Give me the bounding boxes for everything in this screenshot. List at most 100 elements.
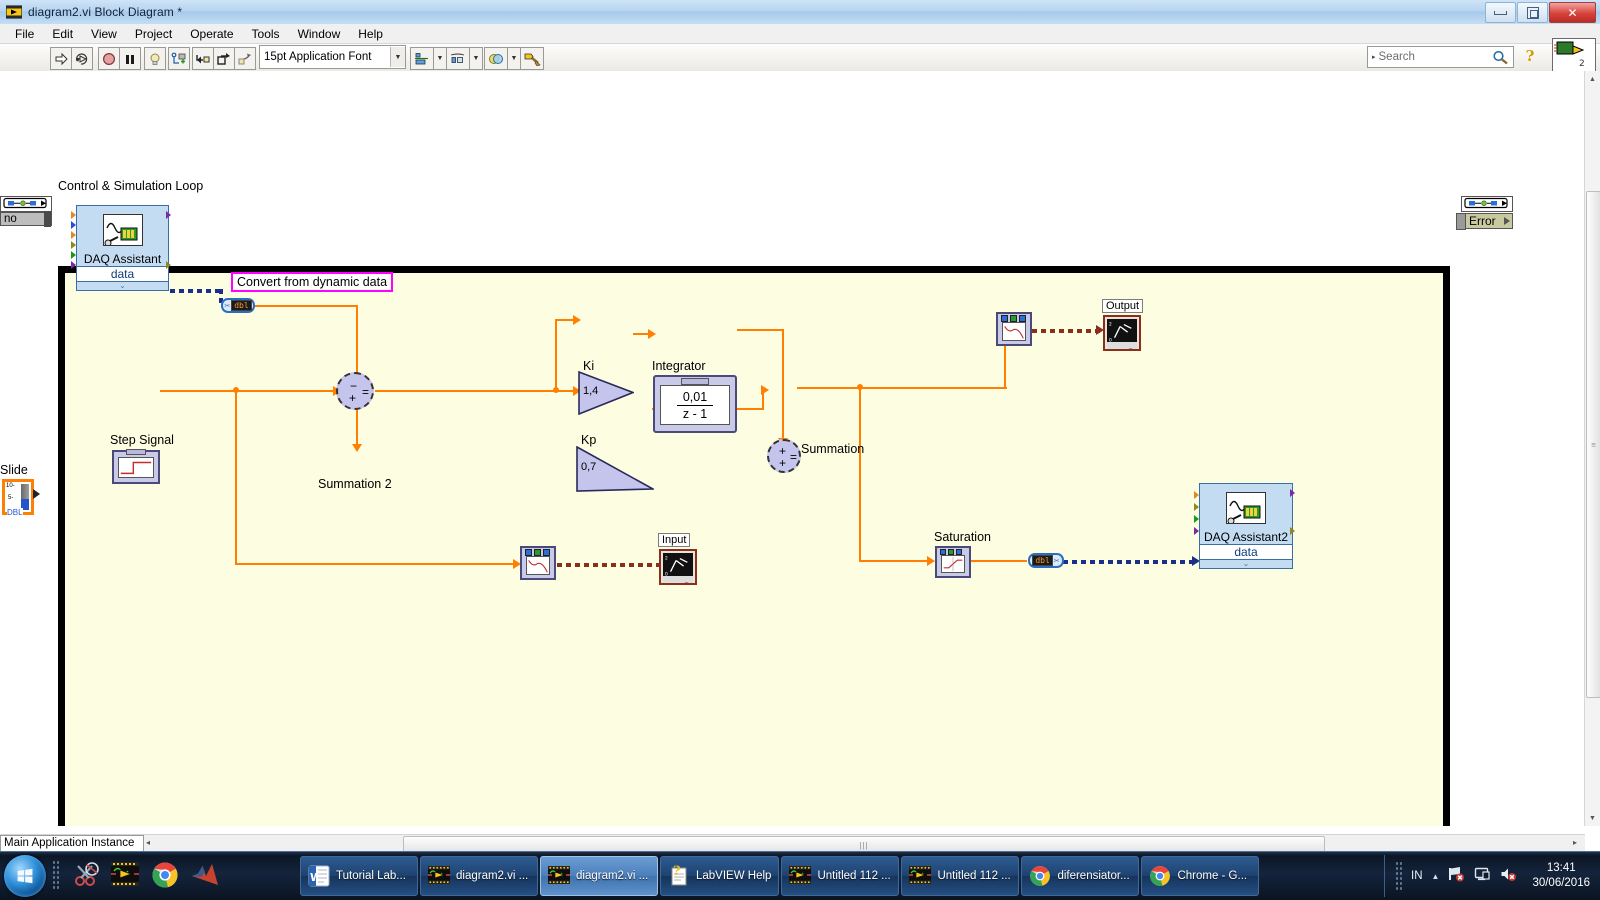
clock[interactable]: 13:41 30/06/2016 <box>1526 861 1596 891</box>
daq-input-term-2 <box>71 221 76 229</box>
quick-launch-grip[interactable] <box>52 860 59 890</box>
daq-assistant2-expand-chevron[interactable]: ⌄ <box>1200 560 1292 568</box>
taskbar-item-word[interactable]: W Tutorial Lab... <box>300 856 418 896</box>
labview-icon[interactable] <box>111 861 139 889</box>
run-continuously-button[interactable] <box>71 47 93 70</box>
summation2-node[interactable]: − + = <box>336 372 374 410</box>
clean-up-diagram-button[interactable] <box>520 47 544 70</box>
search-input[interactable]: ▸ Search <box>1367 46 1514 68</box>
integrator-node[interactable]: 0,01 z - 1 <box>653 375 737 433</box>
abort-execution-button[interactable] <box>98 47 120 70</box>
step-over-button[interactable] <box>213 47 235 70</box>
menu-operate[interactable]: Operate <box>181 25 242 43</box>
show-hidden-icons-arrow[interactable]: ▲ <box>1432 872 1440 881</box>
menu-project[interactable]: Project <box>126 25 181 43</box>
gain-kp-value: 0,7 <box>581 461 597 473</box>
integrator-numerator: 0,01 <box>676 390 714 406</box>
start-button[interactable] <box>4 855 46 897</box>
tray-grip[interactable] <box>1395 861 1403 891</box>
block-diagram-canvas[interactable]: Control & Simulation Loop no Slide 10- 5… <box>0 71 1585 826</box>
output-graph-indicator[interactable]: 2 0 <box>1103 315 1141 351</box>
taskbar-item-untitled112-a[interactable]: Untitled 112 ... <box>781 856 900 896</box>
align-objects-arrow[interactable]: ▼ <box>433 47 447 70</box>
summation-node[interactable]: + + = <box>767 439 801 473</box>
integrator-label: Integrator <box>652 359 706 373</box>
daq-assistant2-data-input[interactable]: data <box>1200 544 1292 560</box>
distribute-objects-button[interactable] <box>446 47 470 70</box>
matlab-icon[interactable] <box>191 861 219 889</box>
close-button[interactable]: ✕ <box>1549 2 1596 23</box>
taskbar-item-diagram2-diagram[interactable]: diagram2.vi ... <box>540 856 658 896</box>
application-instance-status[interactable]: Main Application Instance <box>0 835 144 852</box>
daq-assistant2-express-vi[interactable]: DAQ Assistant2 data ⌄ <box>1199 483 1293 569</box>
chevron-down-icon[interactable]: ▼ <box>390 47 405 67</box>
daq-assistant-express-vi[interactable]: DAQ Assistant data ⌄ <box>76 205 169 291</box>
wire-saturation-to-convert2 <box>970 560 1027 562</box>
pause-button[interactable] <box>119 47 141 70</box>
svg-text:2: 2 <box>1579 59 1585 69</box>
minimize-button[interactable] <box>1485 2 1516 23</box>
taskbar-item-chrome-google[interactable]: Chrome - G... <box>1141 856 1260 896</box>
horizontal-scrollbar[interactable]: ◂ ||| ▸ <box>0 834 1585 853</box>
vertical-scroll-thumb[interactable]: ≡ <box>1586 191 1600 698</box>
context-help-window[interactable]: 2 <box>1552 38 1596 72</box>
scroll-left-button[interactable]: ◂ <box>146 838 150 847</box>
convert-node-1-type: dbl <box>231 300 252 311</box>
gain-kp-node[interactable]: 0,7 <box>576 445 656 497</box>
menu-window[interactable]: Window <box>289 25 350 43</box>
convert-from-dynamic-data-node-1[interactable]: ✂ dbl <box>221 298 255 313</box>
language-indicator[interactable]: IN <box>1411 870 1423 882</box>
distribute-objects-arrow[interactable]: ▼ <box>469 47 483 70</box>
saturation-node[interactable] <box>935 546 971 578</box>
reorder-arrow[interactable]: ▼ <box>507 47 521 70</box>
search-dropdown-icon[interactable]: ▸ <box>1368 53 1379 61</box>
taskbar-item-chrome-diferensiator[interactable]: diferensiator... <box>1021 856 1140 896</box>
input-graph-indicator[interactable]: 2 0 <box>659 549 697 585</box>
daq-assistant-expand-chevron[interactable]: ⌄ <box>77 282 168 290</box>
align-objects-button[interactable] <box>410 47 434 70</box>
taskbar-item-untitled112-b[interactable]: Untitled 112 ... <box>901 856 1020 896</box>
convert-to-dynamic-data-node-2[interactable]: dbl ✂ <box>1028 553 1064 568</box>
wire-integrator-out-h <box>737 329 784 331</box>
error-out-cluster-terminal[interactable] <box>1461 196 1513 212</box>
help-button[interactable]: ? <box>1520 45 1540 67</box>
svg-text:2: 2 <box>1109 322 1112 328</box>
gain-ki-node[interactable]: 1,4 <box>578 370 636 420</box>
retain-wire-values-button[interactable] <box>168 47 190 70</box>
network-error-icon[interactable] <box>1448 866 1465 887</box>
reorder-button[interactable] <box>484 47 508 70</box>
run-button-group <box>50 47 93 70</box>
convert-from-dynamic-data-label[interactable]: Convert from dynamic data <box>231 272 394 292</box>
output-indicator-label: Output <box>1102 299 1144 313</box>
menu-tools[interactable]: Tools <box>243 25 289 43</box>
scroll-up-button[interactable]: ▲ <box>1585 71 1600 87</box>
step-out-button[interactable] <box>234 47 256 70</box>
volume-muted-icon[interactable] <box>1500 866 1517 887</box>
menu-file[interactable]: File <box>6 25 43 43</box>
step-signal-node[interactable] <box>112 449 160 484</box>
step-into-button[interactable] <box>192 47 214 70</box>
slide-control-terminal[interactable]: 10- 5- DBL <box>2 479 34 517</box>
highlight-execution-button[interactable] <box>144 47 166 70</box>
google-chrome-icon[interactable] <box>151 861 179 889</box>
data-wire-input-scope <box>557 563 665 567</box>
run-button[interactable] <box>50 47 72 70</box>
daq-assistant-data-output[interactable]: data <box>77 266 168 282</box>
output-scope-node[interactable] <box>996 312 1032 346</box>
vertical-scrollbar[interactable]: ▲ ≡ ▼ <box>1584 71 1600 826</box>
error-in-cluster-terminal[interactable] <box>0 196 52 212</box>
restore-button[interactable] <box>1517 2 1548 23</box>
taskbar-item-labview-help[interactable]: ? LabVIEW Help <box>660 856 780 896</box>
font-selector-value: 15pt Application Font <box>264 51 372 63</box>
input-scope-node[interactable] <box>520 546 556 580</box>
font-selector[interactable]: 15pt Application Font ▼ <box>259 45 406 69</box>
snipping-tool-icon[interactable] <box>71 861 99 889</box>
scroll-right-button[interactable]: ▸ <box>1573 838 1577 847</box>
menu-help[interactable]: Help <box>349 25 392 43</box>
scroll-down-button[interactable]: ▼ <box>1585 810 1600 826</box>
menu-edit[interactable]: Edit <box>43 25 82 43</box>
taskbar-item-diagram2-panel[interactable]: diagram2.vi ... <box>420 856 538 896</box>
menu-view[interactable]: View <box>82 25 126 43</box>
display-icon[interactable] <box>1474 866 1491 887</box>
google-chrome-icon-2 <box>1029 865 1051 887</box>
